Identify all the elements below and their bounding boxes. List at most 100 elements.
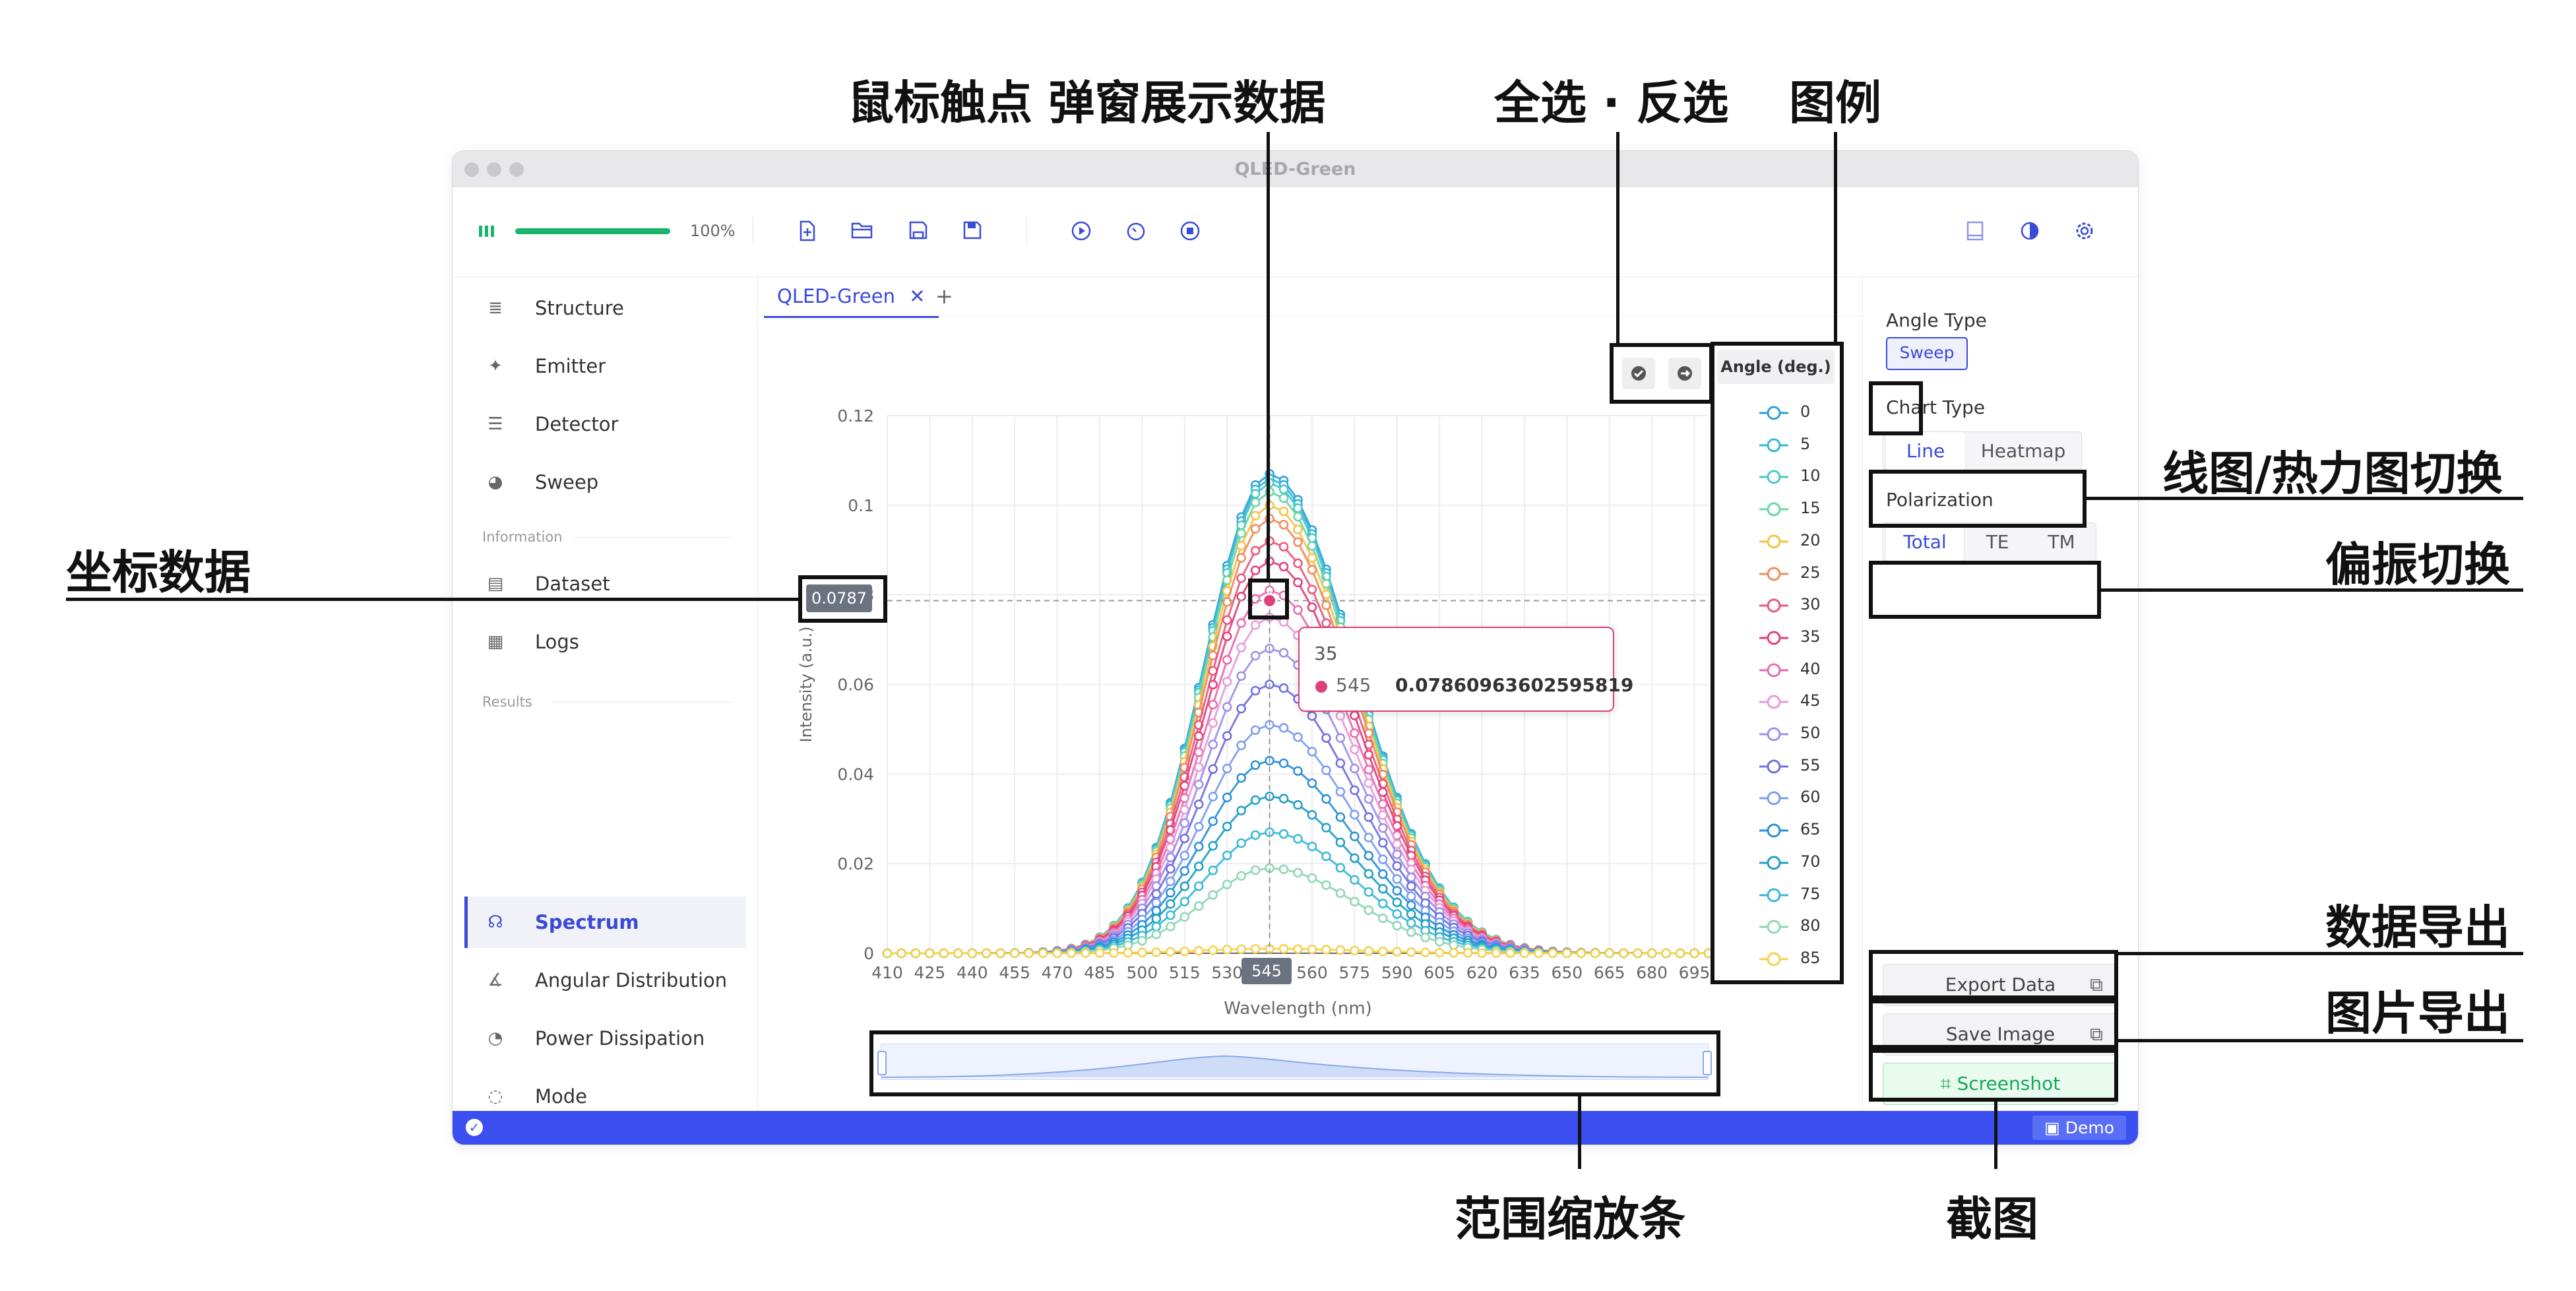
series-point <box>1278 506 1289 517</box>
series-point <box>1293 524 1303 534</box>
series-point <box>896 948 906 959</box>
series-point <box>1166 876 1176 887</box>
series-point <box>1236 838 1246 848</box>
series-point <box>1378 884 1388 894</box>
series-point <box>1293 944 1303 954</box>
series-point <box>1406 872 1416 883</box>
series-point <box>1166 864 1176 874</box>
series-point <box>1534 948 1544 959</box>
annotation-box <box>1869 470 2087 528</box>
series-point <box>1278 864 1289 874</box>
series-point <box>1364 812 1374 822</box>
series-point <box>1250 524 1261 534</box>
series-point <box>1406 947 1416 957</box>
series-point <box>1151 906 1162 916</box>
series-point <box>1236 773 1246 783</box>
series-point <box>1278 648 1289 658</box>
series-point <box>1278 561 1289 572</box>
series-line <box>887 683 1709 955</box>
series-point <box>1647 948 1657 959</box>
series-point <box>953 948 963 959</box>
series-point <box>1222 763 1232 774</box>
series-point <box>1392 885 1402 896</box>
series-point <box>1378 869 1388 879</box>
series-point <box>1378 823 1388 833</box>
series-point <box>1193 762 1204 772</box>
series-point <box>1675 948 1685 959</box>
series-point <box>1179 912 1190 922</box>
x-tick-label: 500 <box>1127 963 1158 982</box>
x-tick-label: 485 <box>1084 963 1115 982</box>
series-point <box>1350 763 1360 774</box>
series-point <box>1236 805 1246 815</box>
callout-coordinate: 坐标数据 <box>66 546 251 600</box>
series-point <box>1350 853 1360 864</box>
series-point <box>1179 866 1190 876</box>
y-tick-label: 0.06 <box>837 676 874 695</box>
series-point <box>1222 615 1232 625</box>
series-point <box>1392 920 1402 931</box>
leader-line <box>66 598 800 601</box>
series-point <box>1208 866 1218 875</box>
callout-tooltip: 鼠标触点 弹窗展示数据 <box>848 76 1326 130</box>
x-tick-label: 620 <box>1466 963 1498 982</box>
y-tick-label: 0.12 <box>837 406 874 425</box>
tooltip-y-value: 0.07860963602595819 <box>1395 674 1634 696</box>
series-point <box>1392 909 1402 919</box>
series-point <box>1193 862 1204 871</box>
series-point <box>1293 537 1303 548</box>
series-point <box>1307 778 1317 788</box>
y-tick-label: 0.04 <box>837 765 874 784</box>
callout-polarization: 偏振切换 <box>2325 538 2510 592</box>
series-point <box>1321 618 1331 628</box>
series-point <box>1661 948 1671 959</box>
series-point <box>1109 948 1119 958</box>
series-point <box>1449 940 1459 950</box>
series-point <box>1236 944 1246 955</box>
series-point <box>1123 948 1133 958</box>
series-point <box>1208 699 1218 710</box>
series-point <box>1420 947 1430 957</box>
series-point <box>1321 765 1331 775</box>
x-tick-label: 530 <box>1211 963 1243 982</box>
series-point <box>1293 766 1303 776</box>
series-point <box>982 948 991 959</box>
series-point <box>1406 918 1416 928</box>
series-point <box>1378 898 1388 908</box>
leader-line <box>1616 132 1619 344</box>
series-point <box>1392 849 1402 860</box>
series-point <box>1179 833 1190 844</box>
callout-zoom: 范围缩放条 <box>1455 1192 1685 1246</box>
series-point <box>925 948 935 959</box>
series-point <box>1222 731 1232 741</box>
leader-line <box>1267 132 1270 581</box>
series-point <box>1293 512 1303 522</box>
series-point <box>1038 948 1048 959</box>
series-point <box>1151 922 1162 931</box>
series-point <box>1434 937 1445 947</box>
series-point <box>1350 710 1360 720</box>
series-point <box>1321 823 1331 833</box>
series-point <box>1179 818 1190 828</box>
leader-line <box>2101 588 2523 592</box>
series-point <box>1307 565 1317 575</box>
series-point <box>1321 880 1331 890</box>
tooltip-series-name: 35 <box>1314 643 1338 664</box>
series-point <box>1392 874 1402 884</box>
series-point <box>1137 935 1147 946</box>
series-point <box>1278 758 1289 769</box>
series-point <box>1378 913 1388 924</box>
series-point <box>1307 553 1317 563</box>
series-point <box>1378 946 1388 957</box>
series-point <box>1364 833 1374 842</box>
series-point <box>1222 792 1232 803</box>
series-point <box>1293 503 1303 513</box>
series-point <box>1364 794 1374 804</box>
spectrum-chart[interactable]: 00.020.040.060.080.10.124104254404554704… <box>0 0 2576 1291</box>
series-point <box>1406 900 1416 910</box>
series-point <box>1250 865 1261 875</box>
annotation-box <box>1711 342 1844 984</box>
series-point <box>1321 794 1331 804</box>
series-point <box>1364 850 1374 861</box>
series-point <box>1193 800 1204 809</box>
